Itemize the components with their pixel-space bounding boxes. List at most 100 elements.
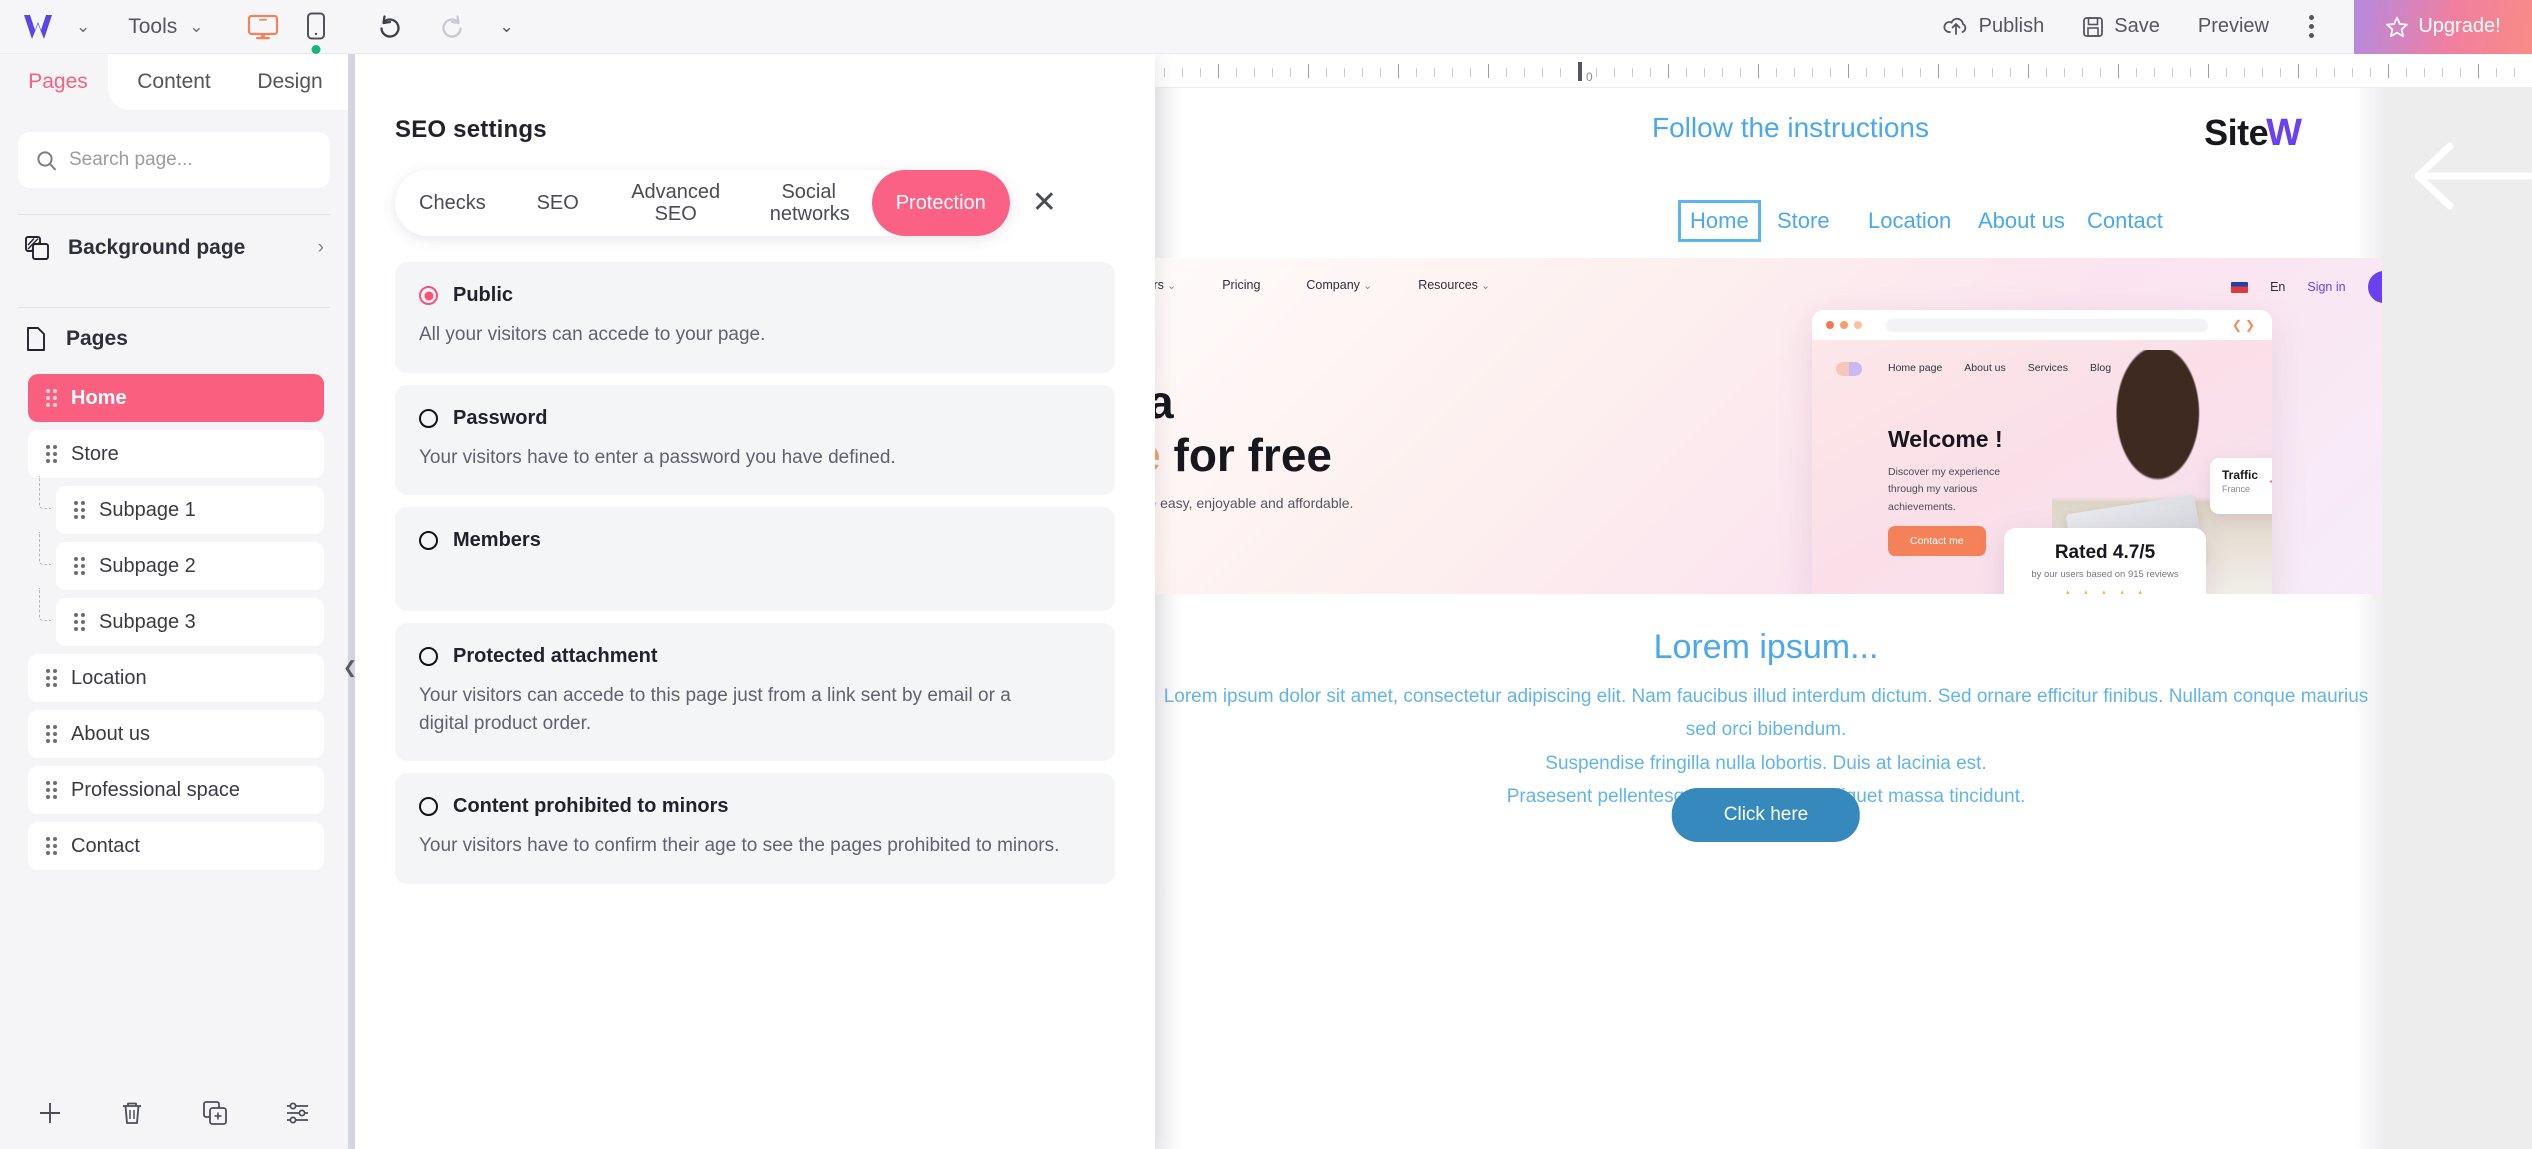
page-settings-icon[interactable] bbox=[284, 1100, 312, 1126]
publish-button[interactable]: Publish bbox=[1943, 15, 2044, 38]
tab-pages[interactable]: Pages bbox=[0, 54, 116, 118]
click-here-button[interactable]: Click here bbox=[1671, 788, 1861, 842]
logo-chevron-down-icon[interactable]: ⌄ bbox=[76, 18, 90, 35]
drag-handle-icon[interactable] bbox=[46, 389, 57, 407]
hero-title: Create a website for free bbox=[1150, 376, 1332, 482]
option-label: Members bbox=[453, 529, 541, 552]
protection-option-password[interactable]: Password Your visitors have to enter a p… bbox=[395, 384, 1115, 496]
redo-icon[interactable] bbox=[438, 14, 466, 40]
app-logo[interactable] bbox=[22, 12, 62, 42]
modal-tab-seo[interactable]: SEO bbox=[510, 170, 606, 236]
drag-handle-icon[interactable] bbox=[74, 613, 85, 631]
drag-handle-icon[interactable] bbox=[74, 557, 85, 575]
desktop-view-icon[interactable] bbox=[246, 13, 280, 41]
page-icon bbox=[24, 326, 48, 352]
page-canvas[interactable]: Follow the instructions Site W Home Stor… bbox=[1150, 88, 2382, 1149]
ruler-tick bbox=[2406, 68, 2407, 77]
lorem-line-2: Suspendise fringilla nulla lobortis. Dui… bbox=[1545, 752, 1987, 774]
drag-handle-icon[interactable] bbox=[46, 781, 57, 799]
advised-width-area: Advised width bbox=[2382, 88, 2532, 1149]
save-button[interactable]: Save bbox=[2082, 15, 2160, 38]
site-nav-label: Home bbox=[1690, 208, 1749, 233]
add-page-icon[interactable] bbox=[36, 1099, 64, 1127]
search-box[interactable] bbox=[18, 132, 330, 188]
drag-handle-icon[interactable] bbox=[46, 669, 57, 687]
mobile-view-icon[interactable] bbox=[306, 12, 326, 54]
site-logo[interactable]: Site W bbox=[2204, 112, 2302, 155]
ruler-tick bbox=[2352, 68, 2353, 77]
drag-handle-icon[interactable] bbox=[46, 837, 57, 855]
modal-tab-advanced-seo[interactable]: Advanced SEO bbox=[606, 170, 746, 236]
horizontal-ruler[interactable]: 0 bbox=[1150, 54, 2532, 88]
protection-option-content-prohibited-minors[interactable]: Content prohibited to minors Your visito… bbox=[395, 773, 1115, 884]
hero-inner: Solution Customers Pricing Company Resou… bbox=[1150, 258, 2382, 594]
sidebar-tabs: Pages Content Design bbox=[0, 54, 348, 118]
search-icon bbox=[36, 150, 57, 171]
modal-tab-protection[interactable]: Protection bbox=[871, 170, 1010, 236]
ruler-tick bbox=[2190, 68, 2191, 77]
tab-pages-label: Pages bbox=[28, 70, 88, 93]
more-options-icon[interactable] bbox=[2309, 15, 2314, 38]
ruler-tick bbox=[2208, 64, 2209, 78]
duplicate-page-icon[interactable] bbox=[201, 1099, 229, 1127]
page-item-home[interactable]: Home bbox=[28, 374, 324, 422]
undo-icon[interactable] bbox=[376, 14, 404, 40]
page-item-store[interactable]: Store bbox=[28, 430, 324, 478]
radio-public[interactable] bbox=[419, 286, 438, 305]
radio-password[interactable] bbox=[419, 408, 438, 428]
page-item-subpage-2[interactable]: Subpage 2 bbox=[39, 532, 324, 590]
ruler-tick bbox=[1524, 68, 1525, 77]
drag-handle-icon[interactable] bbox=[46, 445, 57, 463]
page-item-subpage-1[interactable]: Subpage 1 bbox=[39, 476, 324, 534]
sidebar-resize-edge[interactable] bbox=[348, 54, 355, 1149]
site-logo-w: W bbox=[2266, 112, 2302, 154]
drag-handle-icon[interactable] bbox=[46, 725, 57, 743]
radio-protected-attachment[interactable] bbox=[419, 647, 438, 667]
page-item-subpage-3[interactable]: Subpage 3 bbox=[39, 588, 324, 646]
ruler-tick bbox=[1704, 68, 1705, 77]
ruler-tick bbox=[2442, 68, 2443, 77]
seo-settings-modal: SEO settings Checks SEO Advanced SEO Soc… bbox=[355, 54, 1155, 1149]
history-chevron-down-icon[interactable]: ⌄ bbox=[500, 17, 514, 37]
collapse-panel-button[interactable]: ❮ bbox=[336, 646, 364, 690]
background-page-row[interactable]: Background page › bbox=[0, 215, 348, 281]
site-nav-contact[interactable]: Contact bbox=[2077, 200, 2173, 242]
hero-banner-image[interactable]: Solution Customers Pricing Company Resou… bbox=[1150, 258, 2382, 594]
close-icon[interactable]: ✕ bbox=[1032, 188, 1057, 218]
page-item-about-us[interactable]: About us bbox=[28, 710, 324, 758]
tools-menu[interactable]: Tools ⌄ bbox=[128, 15, 203, 39]
page-item-professional-space[interactable]: Professional space bbox=[28, 766, 324, 814]
preview-button[interactable]: Preview bbox=[2198, 15, 2269, 38]
radio-content-prohibited[interactable] bbox=[419, 797, 438, 817]
page-item-location[interactable]: Location bbox=[28, 654, 324, 702]
delete-page-icon[interactable] bbox=[119, 1099, 145, 1127]
ruler-tick bbox=[1470, 68, 1471, 77]
site-nav-about-us[interactable]: About us bbox=[1968, 200, 2075, 242]
site-nav-store[interactable]: Store bbox=[1767, 200, 1840, 242]
protection-option-members[interactable]: Members bbox=[395, 507, 1115, 612]
upgrade-label: Upgrade! bbox=[2418, 15, 2501, 37]
upgrade-button[interactable]: Upgrade! bbox=[2354, 0, 2532, 54]
lorem-line-1: Lorem ipsum dolor sit amet, consectetur … bbox=[1163, 686, 2369, 741]
sidebar-footer-toolbar bbox=[0, 1077, 348, 1149]
ruler-tick bbox=[1938, 64, 1939, 78]
tab-design[interactable]: Design bbox=[232, 54, 348, 110]
drag-handle-icon[interactable] bbox=[74, 501, 85, 519]
protection-option-public[interactable]: Public All your visitors can accede to y… bbox=[395, 262, 1115, 373]
ruler-tick bbox=[1920, 68, 1921, 77]
site-nav-location[interactable]: Location bbox=[1858, 200, 1961, 242]
ruler-tick bbox=[2010, 68, 2011, 77]
modal-tabs-row: Checks SEO Advanced SEO Social networks … bbox=[355, 144, 1155, 236]
modal-tab-checks[interactable]: Checks bbox=[395, 170, 510, 236]
advised-width-arrow-icon bbox=[2404, 136, 2532, 221]
ruler-tick bbox=[1956, 68, 1957, 77]
modal-tab-social-networks[interactable]: Social networks bbox=[746, 170, 872, 236]
page-item-contact[interactable]: Contact bbox=[28, 822, 324, 870]
lorem-heading[interactable]: Lorem ipsum... bbox=[1150, 628, 2382, 667]
protection-option-protected-attachment[interactable]: Protected attachment Your visitors can a… bbox=[395, 623, 1115, 762]
site-nav-home[interactable]: Home bbox=[1678, 200, 1761, 242]
radio-members[interactable] bbox=[419, 531, 438, 551]
hero-nav-item: Pricing bbox=[1222, 278, 1261, 292]
search-input[interactable] bbox=[69, 149, 312, 171]
tab-content[interactable]: Content bbox=[116, 54, 232, 110]
